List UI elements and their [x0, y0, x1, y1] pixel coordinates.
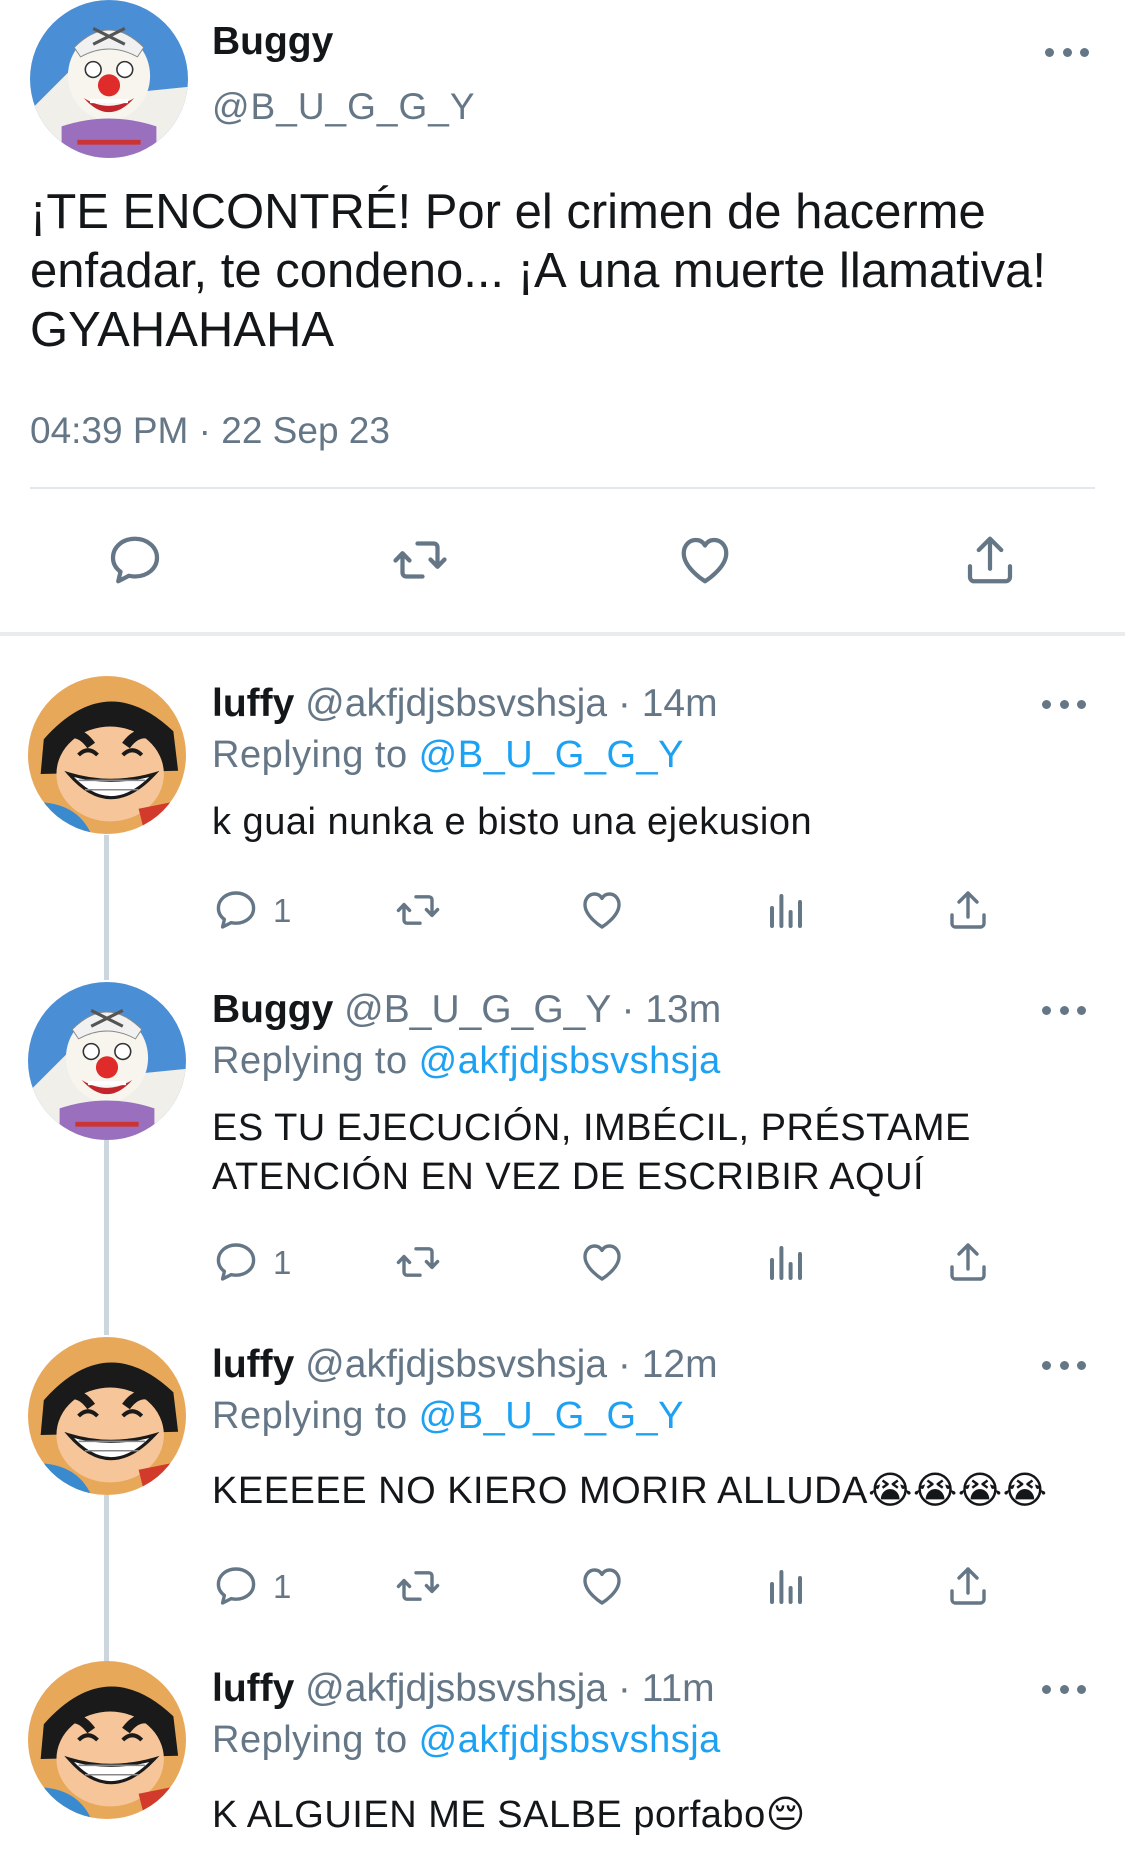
- replying-to-link[interactable]: @akfjdjsbsvshsja: [419, 1719, 721, 1761]
- like-icon[interactable]: [578, 1238, 626, 1286]
- replying-to-link[interactable]: @akfjdjsbsvshsja: [419, 1040, 721, 1082]
- share-icon[interactable]: [944, 1238, 992, 1286]
- reply-icon[interactable]: [212, 1562, 260, 1610]
- reply-header: Buggy @B_U_G_G_Y · 13m: [212, 988, 721, 1032]
- analytics-icon[interactable]: [762, 1562, 810, 1610]
- replying-to-link[interactable]: @B_U_G_G_Y: [419, 1395, 684, 1437]
- reply-count: 1: [273, 1568, 292, 1605]
- thread-line: [104, 1140, 109, 1335]
- retweet-icon[interactable]: [394, 1238, 442, 1286]
- author-name[interactable]: Buggy: [212, 20, 333, 64]
- retweet-icon[interactable]: [394, 1562, 442, 1610]
- analytics-icon[interactable]: [762, 1238, 810, 1286]
- replying-label: Replying to: [212, 734, 419, 776]
- reply-count: 1: [273, 892, 292, 929]
- replying-to-link[interactable]: @B_U_G_G_Y: [419, 734, 684, 776]
- reply-handle-time[interactable]: @akfjdjsbsvshsja · 12m: [294, 1343, 717, 1386]
- tweet-timestamp[interactable]: 04:39 PM · 22 Sep 23: [30, 410, 390, 452]
- reply-count: 1: [273, 1244, 292, 1281]
- replying-to: Replying to @akfjdjsbsvshsja: [212, 1040, 721, 1083]
- replying-label: Replying to: [212, 1719, 419, 1761]
- divider: [30, 487, 1095, 489]
- reply-handle-time[interactable]: @akfjdjsbsvshsja · 11m: [294, 1667, 715, 1710]
- luffy-avatar[interactable]: [28, 1661, 186, 1819]
- buggy-avatar[interactable]: [28, 982, 186, 1140]
- like-icon[interactable]: [578, 1562, 626, 1610]
- reply-handle-time[interactable]: @akfjdjsbsvshsja · 14m: [294, 682, 717, 725]
- replying-label: Replying to: [212, 1040, 419, 1082]
- reply-text: K ALGUIEN ME SALBE porfabo😔: [212, 1794, 806, 1836]
- reply-header: luffy @akfjdjsbsvshsja · 14m: [212, 682, 718, 726]
- section-divider: [0, 632, 1125, 636]
- reply-handle-time[interactable]: @B_U_G_G_Y · 13m: [333, 988, 721, 1031]
- reply-header: luffy @akfjdjsbsvshsja · 12m: [212, 1343, 718, 1387]
- luffy-avatar[interactable]: [28, 676, 186, 834]
- main-tweet: Buggy @B_U_G_G_Y ¡TE ENCONTRÉ! Por el cr…: [0, 0, 1125, 636]
- replying-to: Replying to @B_U_G_G_Y: [212, 1395, 684, 1438]
- reply-author-name[interactable]: luffy: [212, 1667, 294, 1710]
- thread-line: [104, 835, 109, 980]
- like-icon[interactable]: [675, 530, 735, 590]
- luffy-avatar[interactable]: [28, 1337, 186, 1495]
- thread-line: [104, 1495, 109, 1665]
- tweet-text: ¡TE ENCONTRÉ! Por el crimen de hacerme e…: [30, 185, 1047, 357]
- retweet-icon[interactable]: [390, 530, 450, 590]
- like-icon[interactable]: [578, 886, 626, 934]
- author-handle[interactable]: @B_U_G_G_Y: [212, 86, 476, 128]
- reply-author-name[interactable]: luffy: [212, 682, 294, 725]
- replying-to: Replying to @akfjdjsbsvshsja: [212, 1719, 721, 1762]
- reply-text: ES TU EJECUCIÓN, IMBÉCIL, PRÉSTAME ATENC…: [212, 1107, 971, 1198]
- reply-header: luffy @akfjdjsbsvshsja · 11m: [212, 1667, 715, 1711]
- buggy-avatar[interactable]: [30, 0, 188, 158]
- more-icon[interactable]: [1042, 694, 1086, 714]
- reply-text: KEEEEE NO KIERO MORIR ALLUDA😭😭😭😭: [212, 1470, 1048, 1512]
- more-icon[interactable]: [1042, 1679, 1086, 1699]
- reply-icon[interactable]: [212, 886, 260, 934]
- reply-text: k guai nunka e bisto una ejekusion: [212, 801, 813, 843]
- reply-icon[interactable]: [212, 1238, 260, 1286]
- share-icon[interactable]: [944, 1562, 992, 1610]
- replying-label: Replying to: [212, 1395, 419, 1437]
- retweet-icon[interactable]: [394, 886, 442, 934]
- more-icon[interactable]: [1042, 1355, 1086, 1375]
- more-icon[interactable]: [1045, 42, 1089, 62]
- reply-author-name[interactable]: luffy: [212, 1343, 294, 1386]
- share-icon[interactable]: [944, 886, 992, 934]
- reply-icon[interactable]: [105, 530, 165, 590]
- share-icon[interactable]: [960, 530, 1020, 590]
- more-icon[interactable]: [1042, 1000, 1086, 1020]
- replying-to: Replying to @B_U_G_G_Y: [212, 734, 684, 777]
- reply-author-name[interactable]: Buggy: [212, 988, 333, 1031]
- analytics-icon[interactable]: [762, 886, 810, 934]
